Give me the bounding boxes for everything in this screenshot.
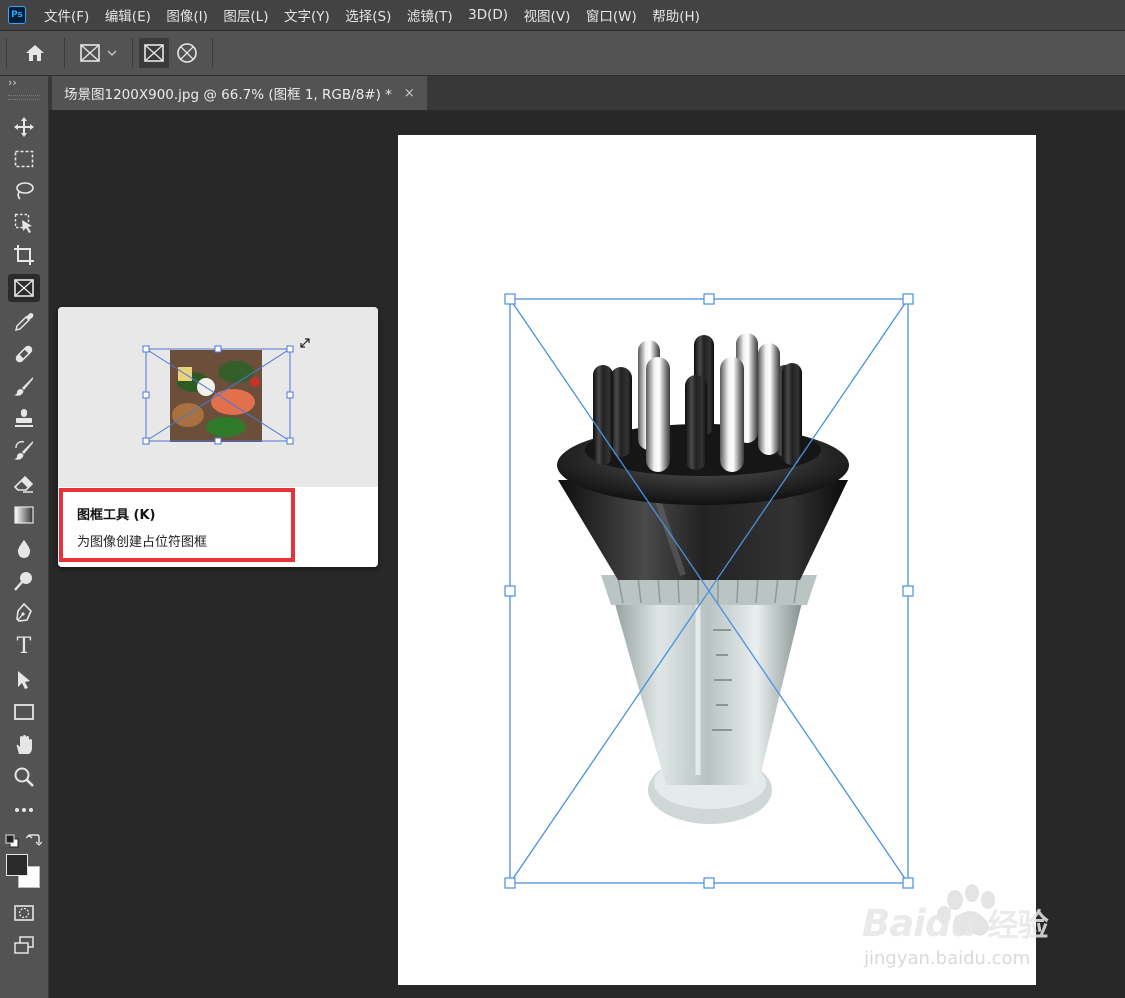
rectangle-frame-icon	[144, 44, 164, 62]
home-button[interactable]	[18, 31, 52, 75]
move-tool[interactable]	[8, 113, 40, 141]
rectangular-marquee-icon	[14, 150, 34, 168]
tools-panel: ›› T	[0, 76, 49, 998]
water-drop-icon	[17, 540, 31, 558]
menu-filter[interactable]: 滤镜(T)	[407, 5, 453, 25]
more-dots-icon	[15, 808, 33, 812]
object-selection-icon	[14, 213, 32, 233]
frame-tool-icon	[14, 279, 34, 297]
swap-colors-button[interactable]	[25, 832, 43, 852]
rectangle-tool[interactable]	[8, 698, 40, 726]
dodge-icon	[14, 572, 32, 591]
quick-mask-button[interactable]	[8, 899, 40, 927]
type-tool[interactable]: T	[8, 633, 40, 661]
brush-tool[interactable]	[8, 372, 40, 400]
bandage-icon	[15, 345, 33, 363]
chevron-down-icon	[107, 50, 117, 56]
path-selection-icon	[18, 671, 30, 689]
brush-icon	[14, 377, 33, 396]
watermark-brand: Baidu 经验	[862, 902, 1049, 945]
marquee-tool[interactable]	[8, 145, 40, 173]
menu-edit[interactable]: 编辑(E)	[105, 5, 151, 25]
crop-tool[interactable]	[8, 241, 40, 269]
menu-help[interactable]: 帮助(H)	[652, 5, 700, 25]
toolbar-collapse-button[interactable]: ››	[8, 76, 17, 89]
elliptical-frame-button[interactable]	[172, 31, 202, 75]
menu-3d[interactable]: 3D(D)	[468, 7, 508, 23]
document-canvas[interactable]	[398, 135, 1036, 985]
object-selection-tool[interactable]	[8, 209, 40, 237]
close-icon[interactable]: ×	[404, 86, 415, 101]
eraser-icon	[13, 475, 34, 493]
baidu-watermark: Baidu 经验 jingyan.baidu.com	[860, 878, 1070, 978]
default-colors-icon	[5, 834, 19, 848]
document-tab-title: 场景图1200X900.jpg @ 66.7% (图框 1, RGB/8#) *	[64, 87, 392, 103]
frame-tool-icon	[80, 44, 100, 62]
toolbar-grip[interactable]	[8, 95, 40, 100]
watermark-url: jingyan.baidu.com	[864, 948, 1031, 969]
menu-window[interactable]: 窗口(W)	[586, 5, 637, 25]
ellipse-frame-icon	[177, 43, 197, 63]
swap-arrows-icon	[25, 834, 43, 846]
options-grip	[6, 38, 7, 68]
default-colors-button[interactable]	[5, 833, 19, 852]
document-tab[interactable]: 场景图1200X900.jpg @ 66.7% (图框 1, RGB/8#) *…	[52, 76, 427, 110]
pen-tool[interactable]	[8, 599, 40, 627]
zoom-tool[interactable]	[8, 763, 40, 791]
lasso-tool[interactable]	[8, 177, 40, 205]
edit-toolbar-button[interactable]	[8, 796, 40, 824]
history-brush-tool[interactable]	[8, 436, 40, 464]
lasso-icon	[16, 182, 34, 200]
tooltip-preview-illustration	[142, 338, 310, 445]
pen-icon	[16, 602, 32, 622]
gradient-tool[interactable]	[8, 501, 40, 529]
menu-file[interactable]: 文件(F)	[44, 5, 89, 25]
screen-mode-icon	[14, 936, 34, 954]
photoshop-logo-icon: Ps	[8, 6, 26, 24]
magnifier-icon	[14, 767, 34, 787]
rectangle-icon	[14, 704, 34, 720]
menu-bar: Ps 文件(F) 编辑(E) 图像(I) 图层(L) 文字(Y) 选择(S) 滤…	[0, 0, 1125, 31]
options-separator	[132, 38, 133, 68]
quick-mask-icon	[14, 905, 34, 921]
eyedropper-tool[interactable]	[8, 308, 40, 336]
gradient-icon	[14, 506, 34, 524]
document-tab-bar: 场景图1200X900.jpg @ 66.7% (图框 1, RGB/8#) *…	[49, 76, 1125, 111]
menu-type[interactable]: 文字(Y)	[284, 5, 330, 25]
path-selection-tool[interactable]	[8, 666, 40, 694]
dodge-tool[interactable]	[8, 567, 40, 595]
annotation-highlight-box	[59, 488, 295, 562]
tooltip-preview	[58, 307, 378, 487]
options-bar	[0, 31, 1125, 76]
eyedropper-icon	[14, 313, 34, 332]
hand-tool[interactable]	[8, 731, 40, 759]
rectangular-frame-button[interactable]	[139, 38, 169, 68]
move-icon	[14, 117, 34, 137]
options-separator	[212, 38, 213, 68]
hand-icon	[16, 735, 32, 754]
menu-image[interactable]: 图像(I)	[166, 5, 208, 25]
healing-brush-tool[interactable]	[8, 340, 40, 368]
history-brush-icon	[14, 440, 33, 460]
crop-icon	[14, 245, 34, 265]
tool-preset-picker[interactable]	[72, 31, 124, 75]
type-icon: T	[16, 634, 32, 659]
foreground-color-swatch[interactable]	[6, 854, 28, 876]
menu-layer[interactable]: 图层(L)	[223, 5, 268, 25]
eraser-tool[interactable]	[8, 469, 40, 497]
clone-stamp-tool[interactable]	[8, 404, 40, 432]
frame-tool[interactable]	[8, 274, 40, 302]
home-icon	[26, 45, 44, 61]
canvas-artwork	[504, 293, 914, 889]
options-separator	[64, 38, 65, 68]
menu-select[interactable]: 选择(S)	[345, 5, 391, 25]
menu-view[interactable]: 视图(V)	[524, 5, 571, 25]
screen-mode-button[interactable]	[8, 931, 40, 959]
blur-tool[interactable]	[8, 535, 40, 563]
stamp-icon	[15, 409, 33, 427]
